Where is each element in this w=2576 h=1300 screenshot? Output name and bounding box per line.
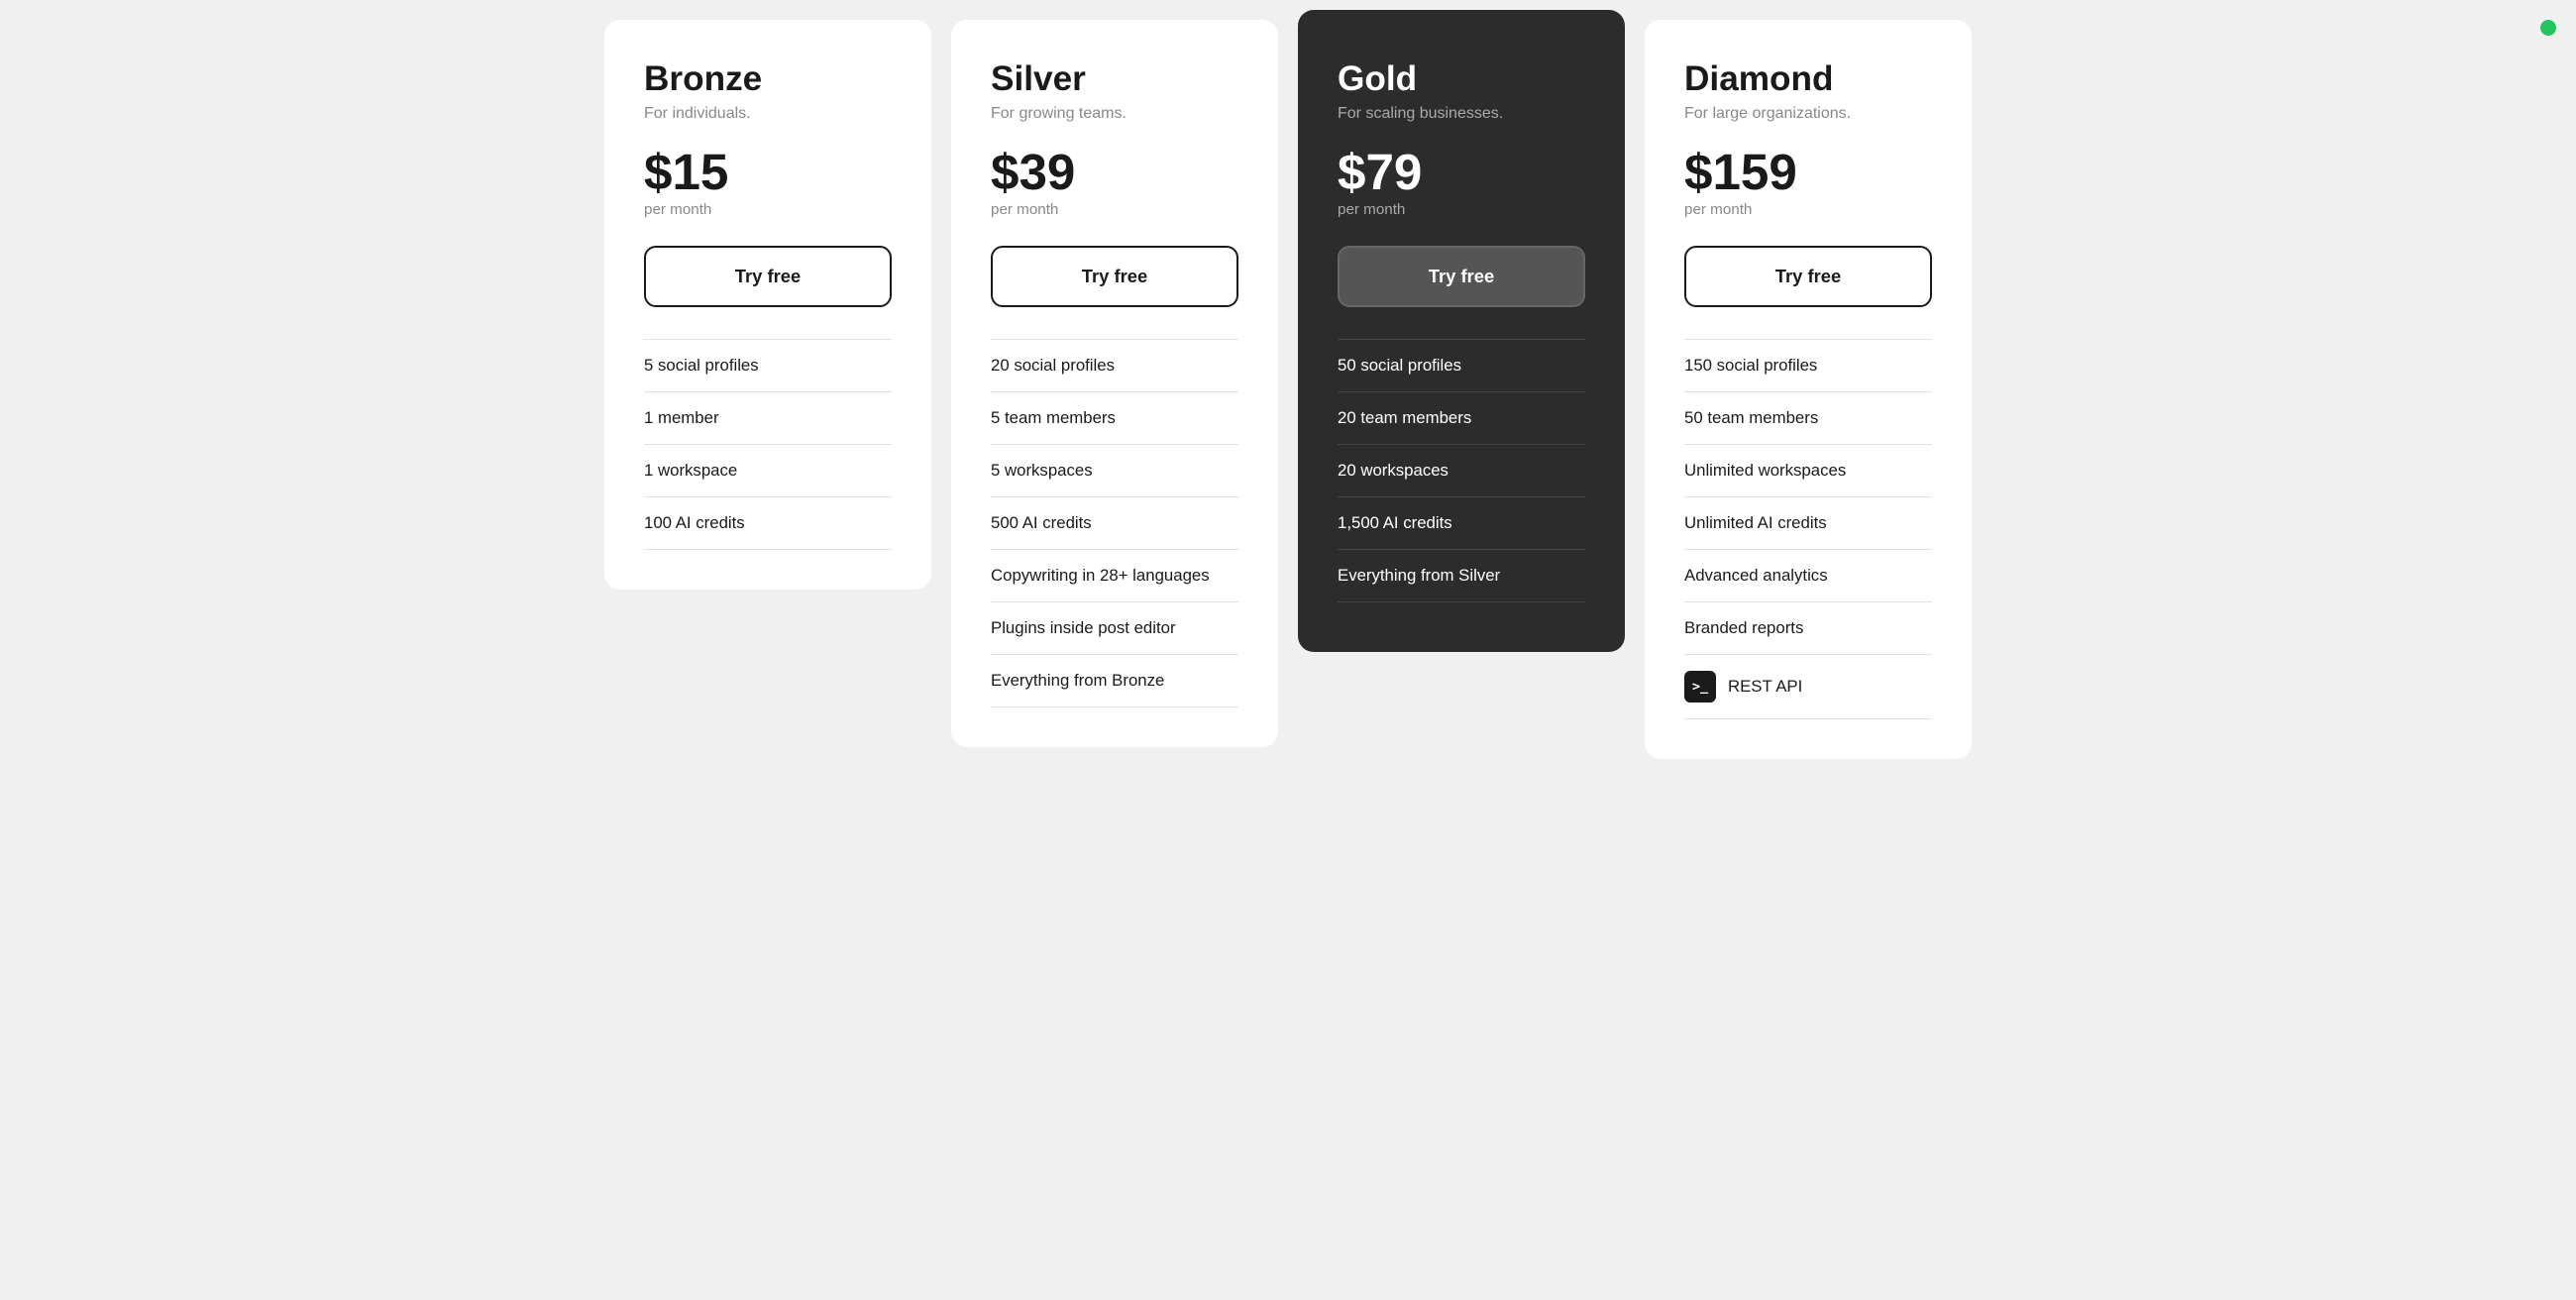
features-list-gold: 50 social profiles 20 team members 20 wo… [1338,339,1585,602]
try-free-button-diamond[interactable]: Try free [1684,246,1932,307]
plan-name-bronze: Bronze [644,59,892,99]
feature-ai-credits-bronze: 100 AI credits [644,497,892,550]
try-free-button-silver[interactable]: Try free [991,246,1238,307]
feature-social-profiles-gold: 50 social profiles [1338,339,1585,392]
plan-period-gold: per month [1338,201,1585,218]
features-list-diamond: 150 social profiles 50 team members Unli… [1684,339,1932,719]
feature-workspaces-silver: 5 workspaces [991,445,1238,497]
features-list-bronze: 5 social profiles 1 member 1 workspace 1… [644,339,892,550]
feature-api-label: REST API [1728,677,1802,697]
feature-members-gold: 20 team members [1338,392,1585,445]
pricing-container: Bronze For individuals. $15 per month Tr… [594,20,1982,759]
feature-members-diamond: 50 team members [1684,392,1932,445]
try-free-button-bronze[interactable]: Try free [644,246,892,307]
plan-card-gold: Gold For scaling businesses. $79 per mon… [1298,10,1625,652]
feature-plugins-silver: Plugins inside post editor [991,602,1238,655]
plan-tagline-bronze: For individuals. [644,105,892,123]
plan-tagline-silver: For growing teams. [991,105,1238,123]
feature-ai-credits-diamond: Unlimited AI credits [1684,497,1932,550]
plan-period-bronze: per month [644,201,892,218]
plan-tagline-gold: For scaling businesses. [1338,105,1585,123]
plan-price-gold: $79 [1338,147,1585,197]
plan-name-gold: Gold [1338,59,1585,99]
feature-members-silver: 5 team members [991,392,1238,445]
feature-from-bronze-silver: Everything from Bronze [991,655,1238,707]
feature-members-bronze: 1 member [644,392,892,445]
features-list-silver: 20 social profiles 5 team members 5 work… [991,339,1238,707]
plan-price-bronze: $15 [644,147,892,197]
plan-card-diamond: Diamond For large organizations. $159 pe… [1645,20,1972,759]
feature-social-profiles-bronze: 5 social profiles [644,339,892,392]
feature-ai-credits-gold: 1,500 AI credits [1338,497,1585,550]
terminal-icon: >_ [1684,671,1716,703]
plan-tagline-diamond: For large organizations. [1684,105,1932,123]
feature-from-silver-gold: Everything from Silver [1338,550,1585,602]
status-indicator [2540,20,2556,36]
feature-workspaces-diamond: Unlimited workspaces [1684,445,1932,497]
plan-period-silver: per month [991,201,1238,218]
feature-social-profiles-diamond: 150 social profiles [1684,339,1932,392]
feature-analytics-diamond: Advanced analytics [1684,550,1932,602]
plan-price-silver: $39 [991,147,1238,197]
plan-period-diamond: per month [1684,201,1932,218]
try-free-button-gold[interactable]: Try free [1338,246,1585,307]
plan-card-bronze: Bronze For individuals. $15 per month Tr… [604,20,931,590]
plan-name-diamond: Diamond [1684,59,1932,99]
plan-name-silver: Silver [991,59,1238,99]
plan-price-diamond: $159 [1684,147,1932,197]
feature-api-diamond: >_ REST API [1684,655,1932,719]
feature-copywriting-silver: Copywriting in 28+ languages [991,550,1238,602]
feature-workspace-bronze: 1 workspace [644,445,892,497]
plan-card-silver: Silver For growing teams. $39 per month … [951,20,1278,747]
feature-reports-diamond: Branded reports [1684,602,1932,655]
feature-social-profiles-silver: 20 social profiles [991,339,1238,392]
feature-workspaces-gold: 20 workspaces [1338,445,1585,497]
feature-ai-credits-silver: 500 AI credits [991,497,1238,550]
